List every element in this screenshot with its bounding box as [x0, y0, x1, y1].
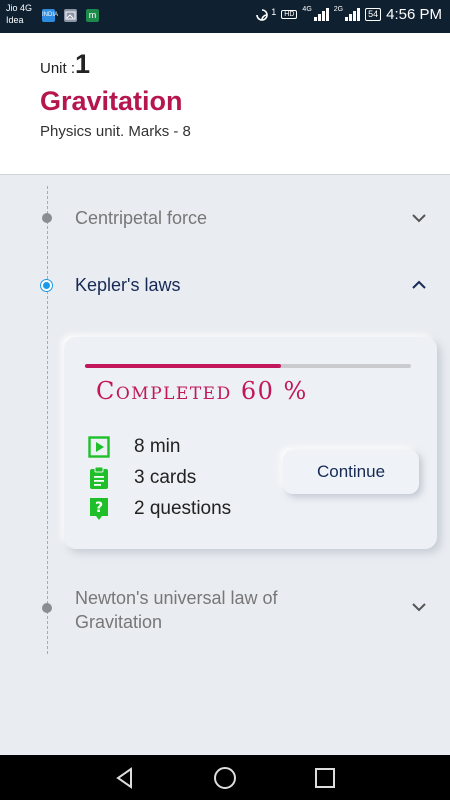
unit-number: 1 [75, 49, 91, 79]
stat-cards: 3 cards [88, 466, 196, 490]
signal-2-icon [345, 8, 361, 21]
completed-label: Completed 60 % [96, 377, 308, 405]
home-icon[interactable] [213, 766, 237, 790]
sync-count: 1 [271, 6, 277, 17]
page-title: Gravitation [40, 86, 183, 116]
status-indicators: 1 HD 4G 2G 54 4:56 PM [253, 6, 442, 23]
back-icon[interactable] [113, 766, 137, 790]
gallery-icon [64, 9, 77, 22]
carrier-info: Jio 4G Idea [6, 2, 32, 26]
stat-duration: 8 min [88, 435, 180, 459]
battery-icon: 54 [365, 8, 382, 21]
stat-cards-text: 3 cards [134, 467, 197, 488]
timeline-line [47, 186, 48, 654]
topic-centripetal-force[interactable]: Centripetal force [75, 208, 207, 229]
carrier-1: Jio 4G [6, 3, 33, 13]
timeline-dot [42, 603, 52, 613]
carrier-2: Idea [6, 15, 24, 25]
continue-button[interactable]: Continue [283, 450, 419, 494]
notification-icons: INDIA m [42, 9, 99, 22]
unit-line: Unit :1 [40, 49, 90, 80]
timeline-dot-active [41, 280, 52, 291]
stat-questions: ? 2 questions [88, 497, 231, 521]
stat-duration-text: 8 min [134, 436, 181, 457]
data-icon: INDIA [42, 9, 58, 22]
progress-fill [85, 364, 281, 368]
question-icon: ? [88, 497, 110, 521]
recents-icon[interactable] [313, 766, 337, 790]
topic-keplers-laws[interactable]: Kepler's laws [75, 275, 180, 296]
hd-badge: HD [281, 10, 298, 19]
unit-label: Unit : [40, 60, 76, 77]
play-video-icon [88, 435, 110, 459]
stat-questions-text: 2 questions [134, 498, 232, 519]
unit-header: Unit :1 Gravitation Physics unit. Marks … [0, 33, 450, 175]
page-subtitle: Physics unit. Marks - 8 [40, 123, 191, 140]
chevron-up-icon[interactable] [409, 275, 429, 295]
status-bar: Jio 4G Idea INDIA m 1 HD 4G 2G 54 4:56 P… [0, 0, 450, 33]
chevron-down-icon[interactable] [409, 597, 429, 617]
chevron-down-icon[interactable] [409, 208, 429, 228]
clock: 4:56 PM [386, 6, 442, 23]
network-1-label: 4G [302, 6, 312, 13]
sync-icon: 1 [253, 7, 276, 23]
svg-text:?: ? [95, 500, 103, 516]
timeline-dot [42, 213, 52, 223]
clipboard-cards-icon [88, 466, 110, 490]
signal-1-icon [313, 8, 329, 21]
topic-newtons-law[interactable]: Newton's universal law of Gravitation [75, 586, 278, 634]
network-2-label: 2G [333, 6, 344, 13]
topic-newtons-law-line-1: Newton's universal law of [75, 588, 278, 608]
topic-newtons-law-line-2: Gravitation [75, 612, 163, 632]
system-nav-bar [0, 755, 450, 800]
topic-progress-card: Completed 60 % 8 min 3 cards ? 2 questio… [64, 337, 437, 549]
progress-bar [85, 364, 411, 368]
m-app-icon: m [86, 9, 99, 22]
